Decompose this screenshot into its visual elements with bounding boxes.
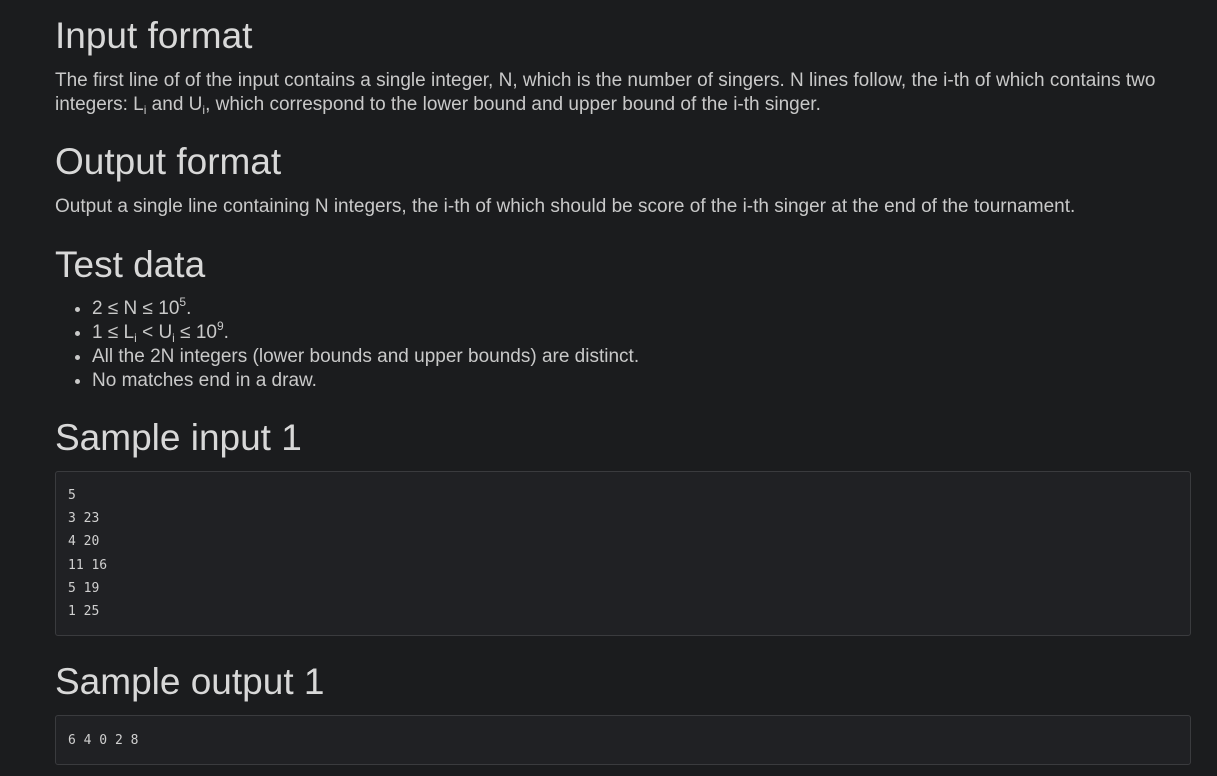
sample-output-code[interactable]: 6 4 0 2 8 <box>55 715 1191 765</box>
list-item: 1 ≤ Li < Ui ≤ 109. <box>92 320 639 345</box>
sample-input-code[interactable]: 5 3 23 4 20 11 16 5 19 1 25 <box>55 471 1191 636</box>
input-format-text: The first line of of the input contains … <box>55 70 1156 117</box>
input-format-heading: Input format <box>55 15 253 56</box>
sample-output-heading: Sample output 1 <box>55 661 325 702</box>
test-data-heading: Test data <box>55 244 206 285</box>
list-item: 2 ≤ N ≤ 105. <box>92 296 639 321</box>
list-item: All the 2N integers (lower bounds and up… <box>92 345 639 369</box>
output-format-text: Output a single line containing N intege… <box>55 196 1076 217</box>
test-data-list: 2 ≤ N ≤ 105. 1 ≤ Li < Ui ≤ 109. All the … <box>55 296 639 393</box>
list-item: No matches end in a draw. <box>92 369 639 393</box>
sample-input-heading: Sample input 1 <box>55 417 302 458</box>
output-format-heading: Output format <box>55 141 282 182</box>
